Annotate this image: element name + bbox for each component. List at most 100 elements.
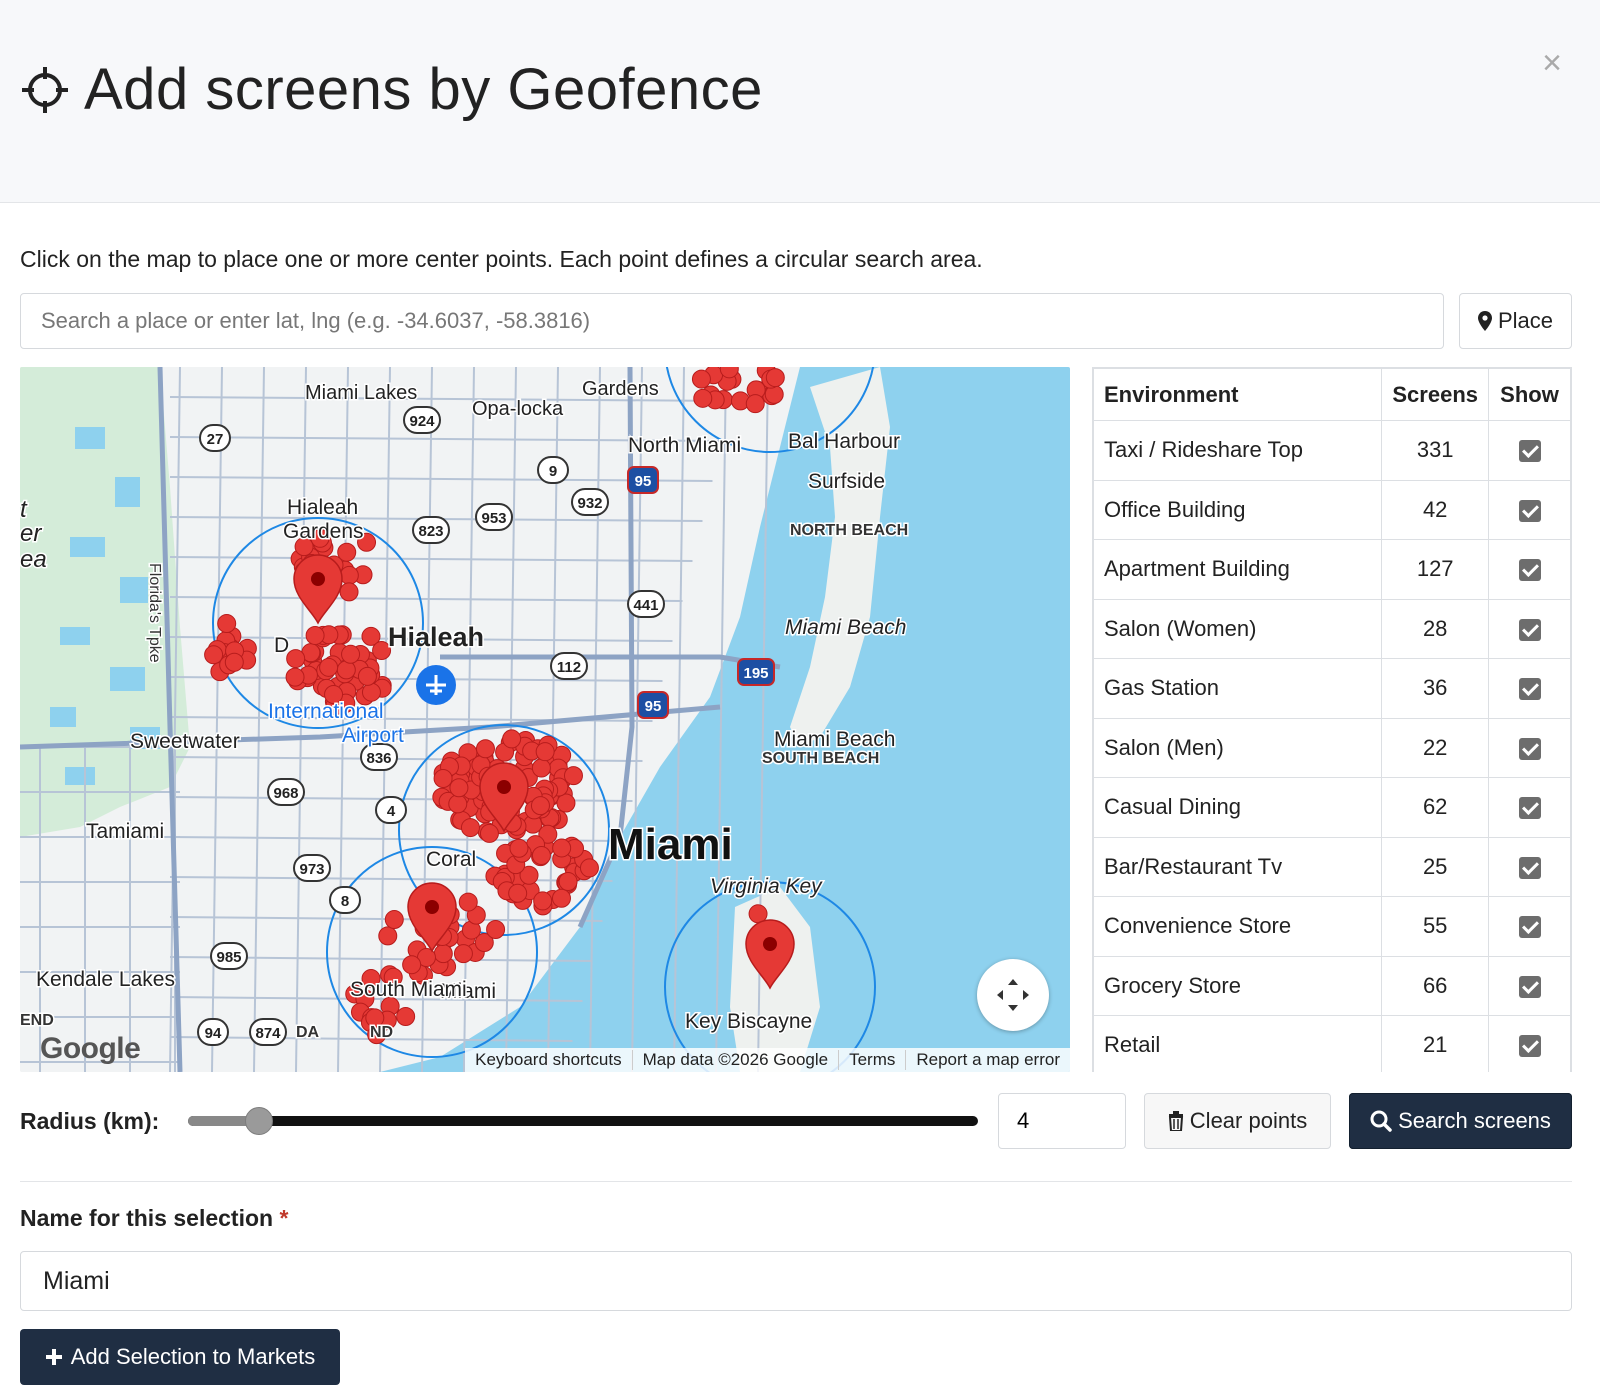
- map-data-text: Map data ©2026 Google: [631, 1050, 839, 1070]
- screen-count: 331: [1381, 420, 1489, 481]
- screen-marker: [341, 644, 361, 664]
- map-canvas[interactable]: 27 924 9 932 95 953 823 441 112 195 95 836 968 4 973 8 9…: [20, 367, 1070, 1072]
- show-checkbox[interactable]: [1518, 440, 1541, 463]
- terms-link[interactable]: Terms: [838, 1050, 905, 1070]
- radius-slider-thumb[interactable]: [245, 1107, 274, 1135]
- table-row: Salon (Men) 22: [1093, 717, 1571, 778]
- screen-marker: [502, 729, 522, 749]
- map-label: Coral: [426, 848, 476, 871]
- environment-name: Casual Dining: [1093, 777, 1383, 838]
- show-checkbox[interactable]: [1518, 737, 1541, 760]
- clear-points-label: Clear points: [1189, 1108, 1308, 1133]
- selection-name-label: Name for this selection *: [20, 1205, 288, 1232]
- map-label: South Miami: [350, 978, 467, 1001]
- screen-marker: [479, 823, 499, 843]
- screen-marker: [486, 919, 506, 939]
- place-button[interactable]: Place: [1459, 293, 1572, 349]
- screen-marker: [530, 796, 550, 816]
- screen-count: 42: [1381, 479, 1489, 540]
- screen-count: 62: [1381, 777, 1489, 838]
- lake: [50, 707, 76, 727]
- show-checkbox[interactable]: [1518, 916, 1541, 939]
- screen-count: 36: [1381, 658, 1489, 719]
- map-label: Surfside: [808, 470, 885, 493]
- screen-marker: [305, 625, 325, 645]
- show-checkbox[interactable]: [1518, 856, 1541, 879]
- map-label: Gardens: [582, 378, 659, 400]
- screen-marker: [533, 891, 553, 911]
- highway-shield-label: 953: [481, 510, 506, 527]
- keyboard-shortcuts-link[interactable]: Keyboard shortcuts: [465, 1050, 631, 1070]
- pin-dot: [311, 572, 325, 586]
- screen-marker: [217, 614, 237, 634]
- clear-points-button[interactable]: Clear points: [1144, 1093, 1331, 1149]
- map-label: Sweetwater: [130, 730, 240, 753]
- highway-shield-label: 8: [341, 893, 349, 910]
- report-map-error-link[interactable]: Report a map error: [905, 1050, 1070, 1070]
- pin-dot: [425, 900, 439, 914]
- screen-marker: [337, 542, 357, 562]
- map-label: Miami Lakes: [305, 382, 417, 404]
- map-label: Hialeah: [287, 496, 358, 519]
- show-checkbox[interactable]: [1518, 678, 1541, 701]
- map-label: ea: [20, 546, 47, 573]
- screen-marker: [204, 645, 224, 665]
- map-label: International: [268, 700, 384, 723]
- modal-title: Add screens by Geofence: [84, 57, 763, 122]
- map-recenter-button[interactable]: [977, 959, 1049, 1031]
- close-button[interactable]: ×: [1542, 46, 1562, 80]
- show-checkbox[interactable]: [1518, 618, 1541, 641]
- show-cell: [1488, 717, 1571, 778]
- map-label: Key Biscayne: [685, 1010, 812, 1033]
- screen-marker: [552, 838, 572, 858]
- highway-shield-label: 823: [418, 523, 443, 540]
- screen-marker: [475, 739, 495, 759]
- lake: [70, 537, 105, 557]
- screen-marker: [531, 845, 551, 865]
- environment-name: Office Building: [1093, 479, 1383, 540]
- place-button-label: Place: [1497, 308, 1554, 333]
- table-row: Apartment Building 127: [1093, 539, 1571, 600]
- place-search-input[interactable]: [20, 293, 1444, 349]
- map-label: Tamiami: [86, 820, 164, 843]
- map-attribution: Keyboard shortcuts Map data ©2026 Google…: [465, 1048, 1070, 1072]
- environment-table-wrap[interactable]: Environment Screens Show Taxi / Rideshar…: [1092, 367, 1572, 1072]
- highway-shield-label: 973: [299, 861, 324, 878]
- google-logo: Google: [40, 1032, 141, 1065]
- title-wrap: Add screens by Geofence: [20, 56, 763, 123]
- table-row: Retail 21: [1093, 1015, 1571, 1072]
- screen-marker: [339, 565, 359, 585]
- screen-marker: [558, 872, 578, 892]
- divider: [20, 1181, 1572, 1182]
- show-checkbox[interactable]: [1518, 975, 1541, 998]
- screen-marker: [551, 888, 571, 908]
- highway-shield-label: 27: [207, 431, 224, 448]
- table-row: Office Building 42: [1093, 479, 1571, 540]
- geofence-map[interactable]: 27 924 9 932 95 953 823 441 112 195 95 836 968 4 973 8 9…: [20, 367, 1070, 1072]
- show-checkbox[interactable]: [1518, 1035, 1541, 1058]
- highway-shield-label: 95: [645, 698, 662, 715]
- screen-marker: [508, 883, 528, 903]
- show-checkbox[interactable]: [1518, 797, 1541, 820]
- screen-marker: [378, 926, 398, 946]
- environment-name: Convenience Store: [1093, 896, 1383, 957]
- screen-marker: [691, 369, 711, 389]
- selection-name-input[interactable]: [20, 1251, 1572, 1311]
- lake: [110, 667, 145, 691]
- show-cell: [1488, 896, 1571, 957]
- radius-input[interactable]: [998, 1093, 1126, 1149]
- environment-name: Salon (Men): [1093, 717, 1383, 778]
- show-checkbox[interactable]: [1518, 559, 1541, 582]
- environment-name: Grocery Store: [1093, 955, 1383, 1016]
- radius-label: Radius (km):: [20, 1108, 160, 1134]
- add-selection-button[interactable]: Add Selection to Markets: [20, 1329, 340, 1385]
- highway-shield-label: 112: [557, 659, 581, 676]
- screen-marker: [448, 794, 468, 814]
- search-screens-button[interactable]: Search screens: [1349, 1093, 1572, 1149]
- screen-marker: [396, 1007, 416, 1027]
- table-row: Bar/Restaurant Tv 25: [1093, 836, 1571, 897]
- show-checkbox[interactable]: [1518, 499, 1541, 522]
- map-pin-icon: [1477, 311, 1492, 331]
- screen-count: 66: [1381, 955, 1489, 1016]
- radius-slider[interactable]: [188, 1107, 978, 1135]
